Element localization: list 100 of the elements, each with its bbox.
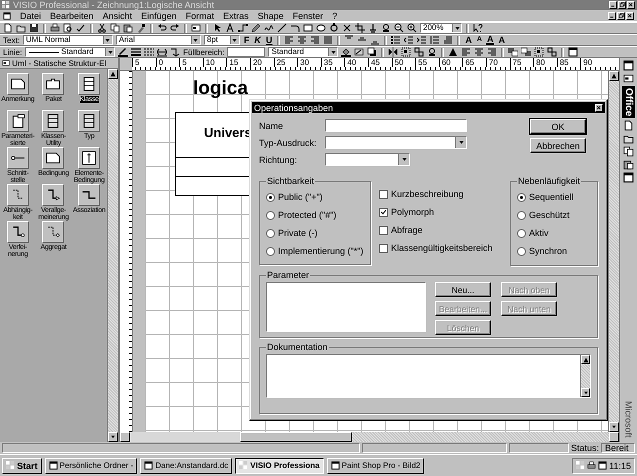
dropdown-arrow-icon[interactable] (192, 36, 200, 44)
fill-color-icon[interactable] (341, 47, 352, 57)
font-size-dropdown[interactable]: 8pt (204, 35, 240, 45)
radio-button[interactable] (266, 192, 275, 202)
new-document-icon[interactable] (3, 23, 13, 33)
line-icon[interactable] (277, 23, 287, 33)
text-format-button[interactable]: K (253, 35, 262, 45)
copy-icon[interactable] (110, 23, 120, 33)
corner-icon[interactable] (170, 47, 180, 57)
menu-item[interactable]: Extras (223, 10, 249, 20)
taskbar-button[interactable]: Dane:Anstandard.dc (140, 458, 232, 474)
outdent-icon[interactable] (404, 35, 414, 45)
redo-icon[interactable] (170, 23, 180, 33)
freeform-icon[interactable] (264, 23, 274, 33)
line-pattern-icon[interactable] (144, 47, 154, 57)
radio-button[interactable] (517, 210, 526, 220)
menu-item[interactable]: Bearbeiten (50, 10, 94, 20)
dialog-button[interactable]: Neu... (435, 282, 491, 297)
dropdown-arrow-icon[interactable] (400, 156, 408, 163)
checkbox[interactable] (379, 190, 388, 198)
radio-button[interactable] (266, 246, 275, 256)
copy-icon[interactable] (623, 146, 634, 158)
arc-icon[interactable] (290, 23, 300, 33)
brush-icon[interactable] (136, 23, 146, 33)
align-center-icon[interactable] (297, 35, 308, 45)
ungroup-icon[interactable] (414, 47, 424, 57)
grow-font-button[interactable]: A (464, 35, 473, 45)
close-icon[interactable] (626, 12, 634, 20)
class-icon[interactable] (45, 113, 62, 129)
note-icon[interactable] (45, 150, 62, 166)
radio-button[interactable] (266, 210, 275, 220)
radio-button[interactable] (266, 228, 275, 238)
parameter-list[interactable] (266, 282, 426, 332)
group-icon[interactable] (401, 47, 412, 57)
magnifier-page-icon[interactable] (63, 23, 73, 33)
bullets-icon[interactable] (391, 35, 402, 45)
radio-button[interactable] (517, 192, 526, 202)
scroll-bar[interactable] (120, 432, 619, 442)
minimize-icon[interactable] (608, 12, 616, 20)
window-icon[interactable] (568, 47, 578, 57)
checkbox[interactable] (379, 226, 388, 234)
clipboard-icon[interactable] (623, 159, 634, 170)
close-icon[interactable] (627, 1, 635, 9)
dropdown-arrow-icon[interactable] (454, 24, 460, 32)
dropdown-arrow-icon[interactable] (330, 48, 337, 56)
close-icon[interactable] (595, 104, 603, 112)
crop-icon[interactable] (355, 23, 365, 33)
menu-item[interactable]: ? (332, 10, 338, 20)
menu-item[interactable]: Format (186, 10, 214, 20)
spell-check-icon[interactable] (76, 23, 86, 33)
radio-button[interactable] (517, 246, 526, 256)
character-spacing-button[interactable]: A (497, 35, 506, 45)
dropdown-arrow-icon[interactable] (458, 139, 464, 146)
checkbox[interactable] (379, 208, 388, 216)
clipboard-icon[interactable] (123, 23, 133, 33)
dropdown-field[interactable] (325, 136, 467, 149)
dropdown-field[interactable] (325, 153, 410, 166)
spacing-icon[interactable] (430, 35, 440, 45)
stencil-icon[interactable] (623, 73, 634, 84)
generalization-icon[interactable] (45, 187, 62, 203)
front-icon[interactable] (508, 47, 518, 57)
undo-icon[interactable] (157, 23, 167, 33)
stencil-title-bar[interactable]: Uml - Statische Struktur-El (0, 58, 118, 69)
triangle-icon[interactable] (448, 47, 458, 57)
taskbar-button[interactable]: Persönliche Ordner - (44, 458, 138, 474)
dropdown-arrow-icon[interactable] (231, 36, 238, 44)
font-dropdown[interactable]: Arial (116, 35, 201, 45)
line-weight-icon[interactable] (131, 47, 142, 57)
scissors-icon[interactable] (97, 23, 107, 33)
help-icon[interactable] (473, 23, 483, 33)
line-ends-icon[interactable] (157, 47, 168, 57)
start-button[interactable]: Start (2, 458, 42, 474)
text-tool-icon[interactable] (225, 23, 235, 33)
note-icon[interactable] (10, 76, 26, 92)
ellipse-icon[interactable] (316, 23, 326, 33)
new-document-icon[interactable] (623, 120, 634, 132)
menu-item[interactable]: Einfügen (141, 10, 177, 20)
printer-icon[interactable] (587, 461, 596, 470)
window-icon[interactable] (623, 60, 634, 71)
dialog-button[interactable]: OK (530, 119, 586, 134)
shadow-icon[interactable] (367, 47, 378, 57)
restore-icon[interactable] (618, 1, 626, 9)
taskbar-button[interactable]: Paint Shop Pro - Bild2 (326, 458, 424, 474)
back-icon[interactable] (521, 47, 532, 57)
class-icon[interactable] (10, 113, 26, 129)
zoom-dropdown[interactable]: 200% (420, 23, 462, 33)
scroll-bar[interactable] (608, 71, 619, 432)
checkbox[interactable] (379, 244, 388, 252)
menu-item[interactable]: Shape (258, 10, 284, 20)
folder-icon[interactable] (16, 23, 26, 33)
dropdown-arrow-icon[interactable] (110, 434, 116, 440)
align-center-icon[interactable] (474, 47, 484, 57)
dropdown-arrow-icon[interactable] (611, 424, 617, 430)
stencil-icon[interactable] (191, 23, 201, 33)
app-icon[interactable] (2, 1, 10, 9)
fill-sample-field[interactable] (227, 47, 266, 57)
text-format-button[interactable]: F (242, 35, 250, 45)
window-icon[interactable] (3, 12, 11, 20)
text-format-button[interactable]: U (264, 35, 274, 45)
scroll-bar[interactable] (107, 69, 118, 442)
